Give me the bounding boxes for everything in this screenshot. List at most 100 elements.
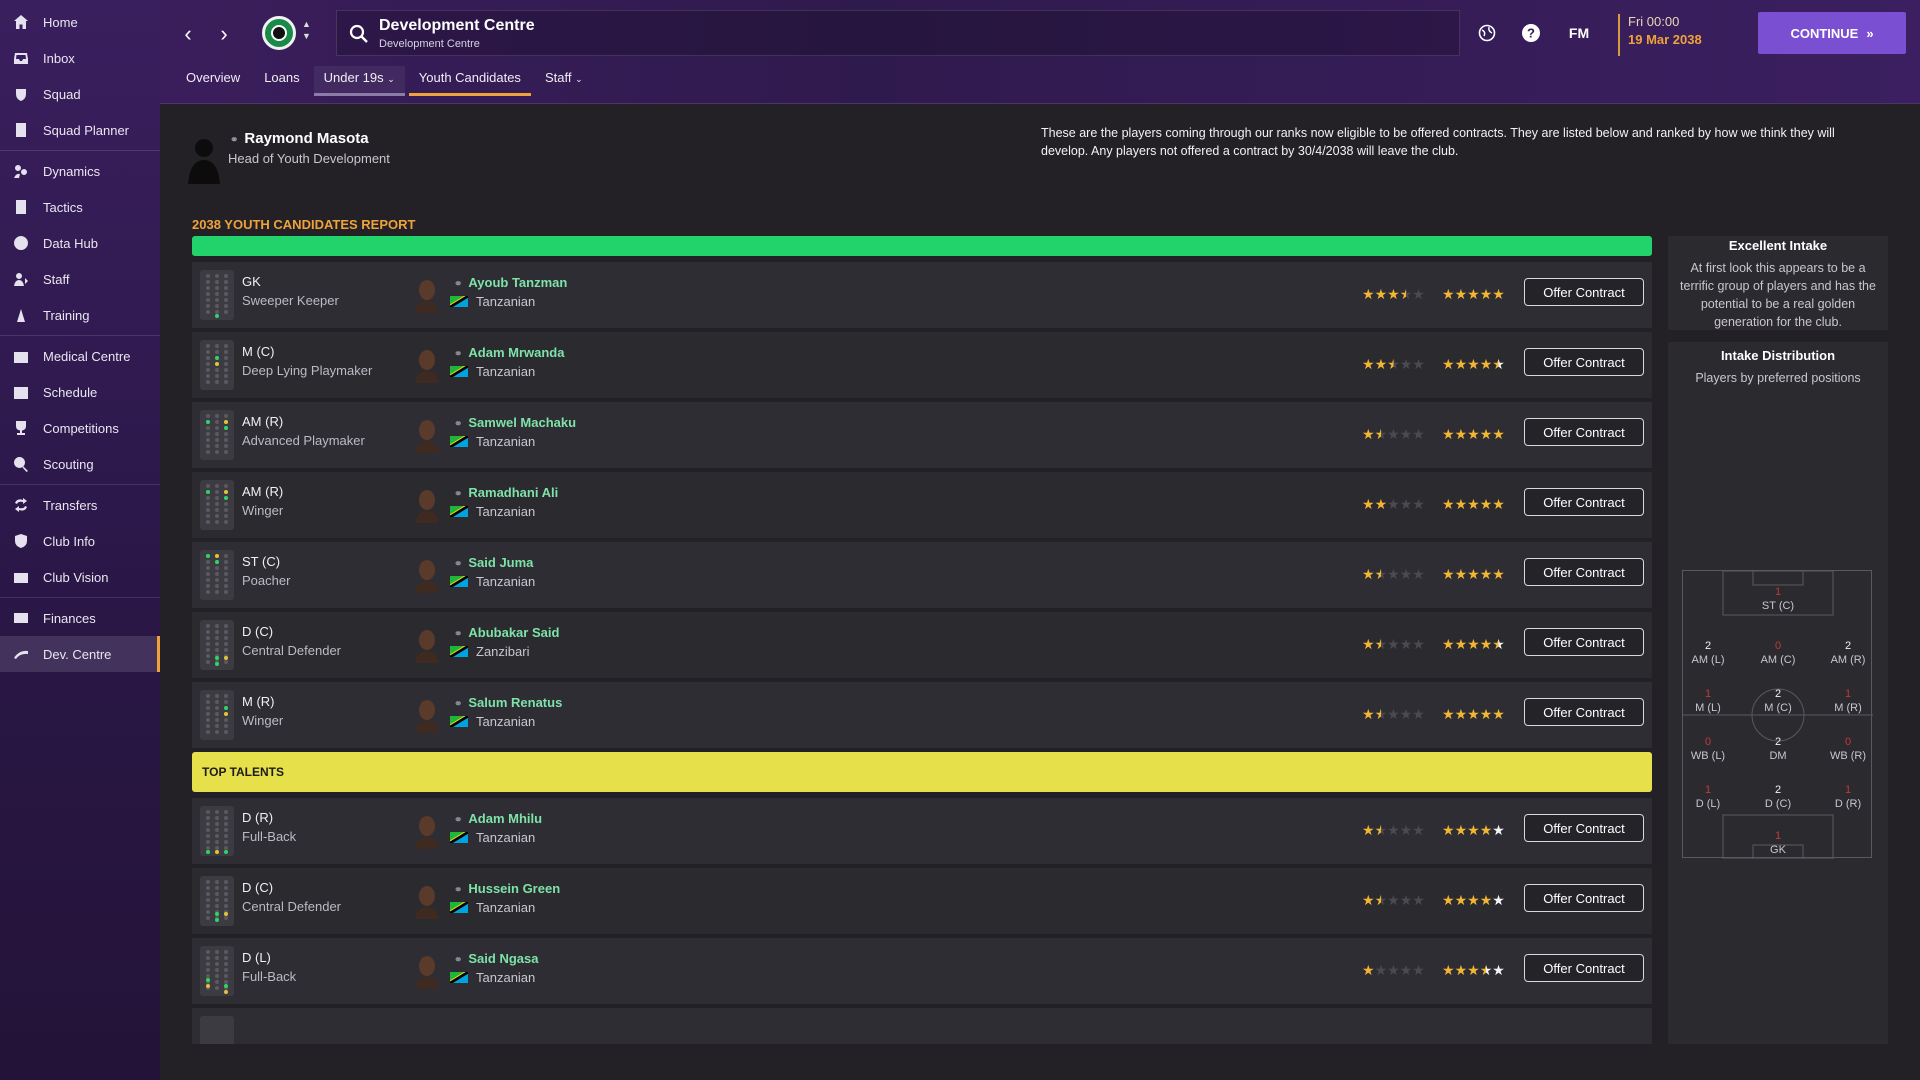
date-display[interactable]: Fri 00:00 19 Mar 2038 xyxy=(1618,14,1736,56)
table-row[interactable]: D (C) Central Defender ⚭ Abubakar Said Zanzi… xyxy=(192,612,1652,678)
nationality-text: Zanzibari xyxy=(476,644,530,659)
sidebar-item-dynamics[interactable]: Dynamics xyxy=(0,153,160,189)
shield-icon xyxy=(12,532,30,550)
player-name-text: Hussein Green xyxy=(468,881,561,896)
sidebar-item-label: Club Info xyxy=(43,533,96,549)
club-badge-icon[interactable] xyxy=(262,16,296,50)
offer-contract-button[interactable]: Offer Contract xyxy=(1524,418,1644,446)
offer-contract-button[interactable]: Offer Contract xyxy=(1524,488,1644,516)
table-row[interactable]: M (C) Deep Lying Playmaker ⚭ Adam Mrwanda Ta… xyxy=(192,332,1652,398)
player-name[interactable]: ⚭ Adam Mrwanda xyxy=(454,345,564,360)
staff-avatar-icon[interactable] xyxy=(186,134,222,184)
tab-loans[interactable]: Loans xyxy=(254,66,309,96)
fm-button[interactable]: FM xyxy=(1564,22,1594,44)
player-face-icon[interactable] xyxy=(412,347,442,383)
player-face-icon[interactable] xyxy=(412,953,442,989)
sidebar-item-medical-centre[interactable]: Medical Centre xyxy=(0,338,160,374)
player-face-icon[interactable] xyxy=(412,487,442,523)
date-time: Fri 00:00 xyxy=(1628,14,1680,29)
tab-overview[interactable]: Overview xyxy=(176,66,250,96)
candidates-list[interactable]: GK Sweeper Keeper ⚭ Ayoub Tanzman Tanzanian ★… xyxy=(192,236,1652,1044)
offer-contract-button[interactable]: Offer Contract xyxy=(1524,698,1644,726)
player-face-icon[interactable] xyxy=(412,417,442,453)
table-row[interactable]: ST (C) Poacher ⚭ Said Juma Tanzanian ★★★★★ ★★★… xyxy=(192,542,1652,608)
table-row[interactable]: D (L) Full-Back ⚭ Said Ngasa Tanzanian ★★★★★ ★… xyxy=(192,938,1652,1004)
nav-separator xyxy=(0,484,160,485)
sidebar-item-club-info[interactable]: Club Info xyxy=(0,523,160,559)
sidebar-item-club-vision[interactable]: Club Vision xyxy=(0,559,160,595)
intake-text: At first look this appears to be a terri… xyxy=(1680,261,1876,329)
lock-icon: ⚭ xyxy=(454,349,463,360)
nationality-text: Tanzanian xyxy=(476,714,536,729)
player-name[interactable]: ⚭ Ayoub Tanzman xyxy=(454,275,567,290)
table-row[interactable]: D (R) Full-Back ⚭ Adam Mhilu Tanzanian ★★★★★ ★… xyxy=(192,798,1652,864)
sidebar-item-label: Dev. Centre xyxy=(43,646,112,662)
forward-button[interactable]: › xyxy=(210,20,238,48)
lock-icon: ⚭ xyxy=(230,135,239,146)
player-face-icon[interactable] xyxy=(412,813,442,849)
intake-title: Excellent Intake xyxy=(1728,238,1828,253)
table-row[interactable]: AM (R) Winger ⚭ Ramadhani Ali Tanzanian ★★★★★… xyxy=(192,472,1652,538)
sidebar-item-inbox[interactable]: Inbox xyxy=(0,40,160,76)
sidebar-item-schedule[interactable]: Schedule xyxy=(0,374,160,410)
sidebar-item-transfers[interactable]: Transfers xyxy=(0,487,160,523)
search-box[interactable]: Development Centre Development Centre xyxy=(336,10,1460,56)
player-face-icon[interactable] xyxy=(412,627,442,663)
offer-contract-button[interactable]: Offer Contract xyxy=(1524,814,1644,842)
sidebar-item-competitions[interactable]: Competitions xyxy=(0,410,160,446)
position-pitch-icon xyxy=(200,410,234,460)
distribution-cell: 0 AM (C) xyxy=(1756,639,1800,667)
sidebar-item-dev-centre[interactable]: Dev. Centre xyxy=(0,636,160,672)
lock-icon: ⚭ xyxy=(454,419,463,430)
table-row[interactable]: AM (R) Advanced Playmaker ⚭ Samwel Machaku T… xyxy=(192,402,1652,468)
player-nationality: Tanzanian xyxy=(450,574,535,589)
distribution-cell: 2 DM xyxy=(1756,735,1800,763)
distribution-panel: Intake Distribution Players by preferred… xyxy=(1668,342,1888,1044)
player-role: Sweeper Keeper xyxy=(242,293,339,308)
player-face-icon[interactable] xyxy=(412,883,442,919)
table-row[interactable]: M (R) Winger ⚭ Salum Renatus Tanzanian ★★★★★ ★… xyxy=(192,682,1652,748)
offer-contract-button[interactable]: Offer Contract xyxy=(1524,884,1644,912)
staff-name[interactable]: ⚭ Raymond Masota xyxy=(230,130,369,147)
player-face-icon[interactable] xyxy=(412,557,442,593)
sidebar-item-training[interactable]: Training xyxy=(0,297,160,333)
offer-contract-button[interactable]: Offer Contract xyxy=(1524,558,1644,586)
sidebar-item-home[interactable]: Home xyxy=(0,4,160,40)
help-icon[interactable]: ? xyxy=(1520,22,1542,44)
sidebar-item-tactics[interactable]: Tactics xyxy=(0,189,160,225)
player-name[interactable]: ⚭ Salum Renatus xyxy=(454,695,562,710)
player-name[interactable]: ⚭ Said Juma xyxy=(454,555,533,570)
player-face-icon[interactable] xyxy=(412,277,442,313)
player-name[interactable]: ⚭ Samwel Machaku xyxy=(454,415,576,430)
distribution-position: GK xyxy=(1770,844,1786,856)
sidebar-item-scouting[interactable]: Scouting xyxy=(0,446,160,482)
player-name[interactable]: ⚭ Ramadhani Ali xyxy=(454,485,558,500)
offer-contract-button[interactable]: Offer Contract xyxy=(1524,348,1644,376)
continue-button[interactable]: CONTINUE » xyxy=(1758,12,1906,54)
offer-contract-button[interactable]: Offer Contract xyxy=(1524,278,1644,306)
sidebar-item-staff[interactable]: Staff xyxy=(0,261,160,297)
offer-contract-button[interactable]: Offer Contract xyxy=(1524,628,1644,656)
sidebar-item-data-hub[interactable]: Data Hub xyxy=(0,225,160,261)
player-face-icon[interactable] xyxy=(412,697,442,733)
world-icon[interactable] xyxy=(1476,22,1498,44)
table-row[interactable]: D (C) Central Defender ⚭ Hussein Green Tanza… xyxy=(192,868,1652,934)
club-switch-icon[interactable]: ▲ ▼ xyxy=(302,18,311,42)
table-row[interactable] xyxy=(192,1008,1652,1044)
tab-youth-candidates[interactable]: Youth Candidates xyxy=(408,66,531,96)
player-name[interactable]: ⚭ Adam Mhilu xyxy=(454,811,542,826)
offer-contract-button[interactable]: Offer Contract xyxy=(1524,954,1644,982)
table-row[interactable]: GK Sweeper Keeper ⚭ Ayoub Tanzman Tanzanian ★… xyxy=(192,262,1652,328)
player-name[interactable]: ⚭ Said Ngasa xyxy=(454,951,538,966)
tab-under-19s[interactable]: Under 19s ⌄ xyxy=(313,66,405,96)
player-name[interactable]: ⚭ Hussein Green xyxy=(454,881,560,896)
tab-bar: Overview Loans Under 19s ⌄ Youth Candida… xyxy=(176,66,597,96)
tab-staff[interactable]: Staff ⌄ xyxy=(535,66,593,96)
nav-separator xyxy=(0,150,160,151)
sidebar-item-finances[interactable]: Finances xyxy=(0,600,160,636)
player-name[interactable]: ⚭ Abubakar Said xyxy=(454,625,559,640)
sidebar-item-squad[interactable]: Squad xyxy=(0,76,160,112)
back-button[interactable]: ‹ xyxy=(174,20,202,48)
flag-icon xyxy=(450,296,468,307)
sidebar-item-squad-planner[interactable]: Squad Planner xyxy=(0,112,160,148)
